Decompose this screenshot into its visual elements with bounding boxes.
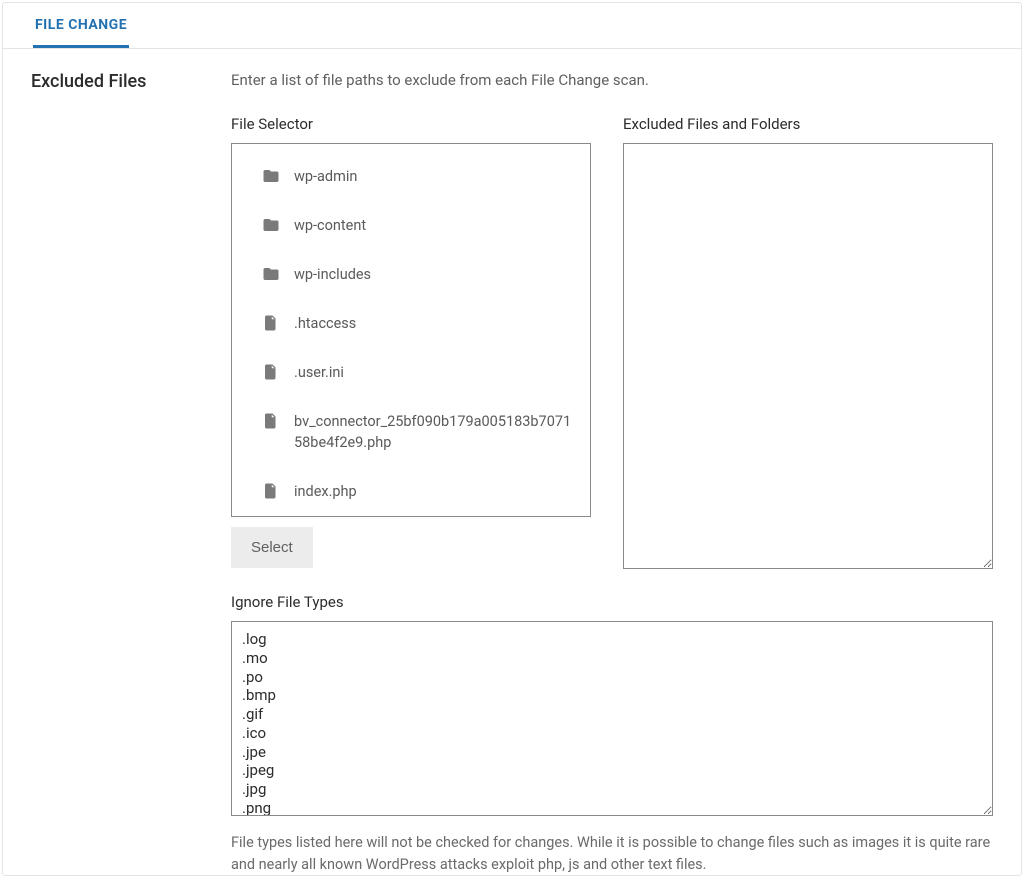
settings-card: FILE CHANGE Excluded Files Enter a list … xyxy=(2,2,1022,876)
file-item[interactable]: .user.ini xyxy=(232,348,590,397)
ignore-help: File types listed here will not be check… xyxy=(231,832,993,877)
file-icon xyxy=(262,363,280,381)
file-icon xyxy=(262,412,280,430)
file-icon xyxy=(262,482,280,500)
file-item-name: .htaccess xyxy=(294,313,356,334)
excluded-label: Excluded Files and Folders xyxy=(623,115,993,133)
tab-file-change[interactable]: FILE CHANGE xyxy=(33,3,129,48)
file-selector-panel: File Selector wp-admin wp-content wp-inclu… xyxy=(231,115,591,573)
file-item-name: index.php xyxy=(294,481,357,502)
file-selector-label: File Selector xyxy=(231,115,591,133)
selector-panels: File Selector wp-admin wp-content wp-inclu… xyxy=(231,115,993,573)
file-item[interactable]: .htaccess xyxy=(232,299,590,348)
file-item-name: wp-includes xyxy=(294,264,371,285)
ignore-label: Ignore File Types xyxy=(231,593,993,611)
file-item-name: wp-content xyxy=(294,215,366,236)
select-button[interactable]: Select xyxy=(231,527,313,568)
section-title: Excluded Files xyxy=(31,71,231,92)
folder-icon xyxy=(262,167,280,185)
file-selector-list[interactable]: wp-admin wp-content wp-includes .htaccess .u… xyxy=(231,143,591,517)
file-item-name: bv_connector_25bf090b179a005183b707158be… xyxy=(294,411,572,453)
section-body: Enter a list of file paths to exclude fr… xyxy=(231,71,993,865)
file-icon xyxy=(262,314,280,332)
folder-icon xyxy=(262,216,280,234)
file-item-name: wp-admin xyxy=(294,166,357,187)
ignore-textarea[interactable] xyxy=(231,621,993,816)
content: Excluded Files Enter a list of file path… xyxy=(3,49,1021,875)
tabs: FILE CHANGE xyxy=(3,3,1021,49)
file-item[interactable]: wp-includes xyxy=(232,250,590,299)
folder-icon xyxy=(262,265,280,283)
file-item[interactable]: wp-content xyxy=(232,201,590,250)
file-item[interactable]: wp-admin xyxy=(232,152,590,201)
file-item[interactable]: bv_connector_25bf090b179a005183b707158be… xyxy=(232,397,590,467)
section-description: Enter a list of file paths to exclude fr… xyxy=(231,71,993,89)
excluded-panel: Excluded Files and Folders xyxy=(623,115,993,573)
file-item[interactable]: index.php xyxy=(232,467,590,516)
excluded-textarea[interactable] xyxy=(623,143,993,569)
ignore-section: Ignore File Types File types listed here… xyxy=(231,593,993,877)
section-title-col: Excluded Files xyxy=(31,71,231,865)
file-item-name: .user.ini xyxy=(294,362,344,383)
